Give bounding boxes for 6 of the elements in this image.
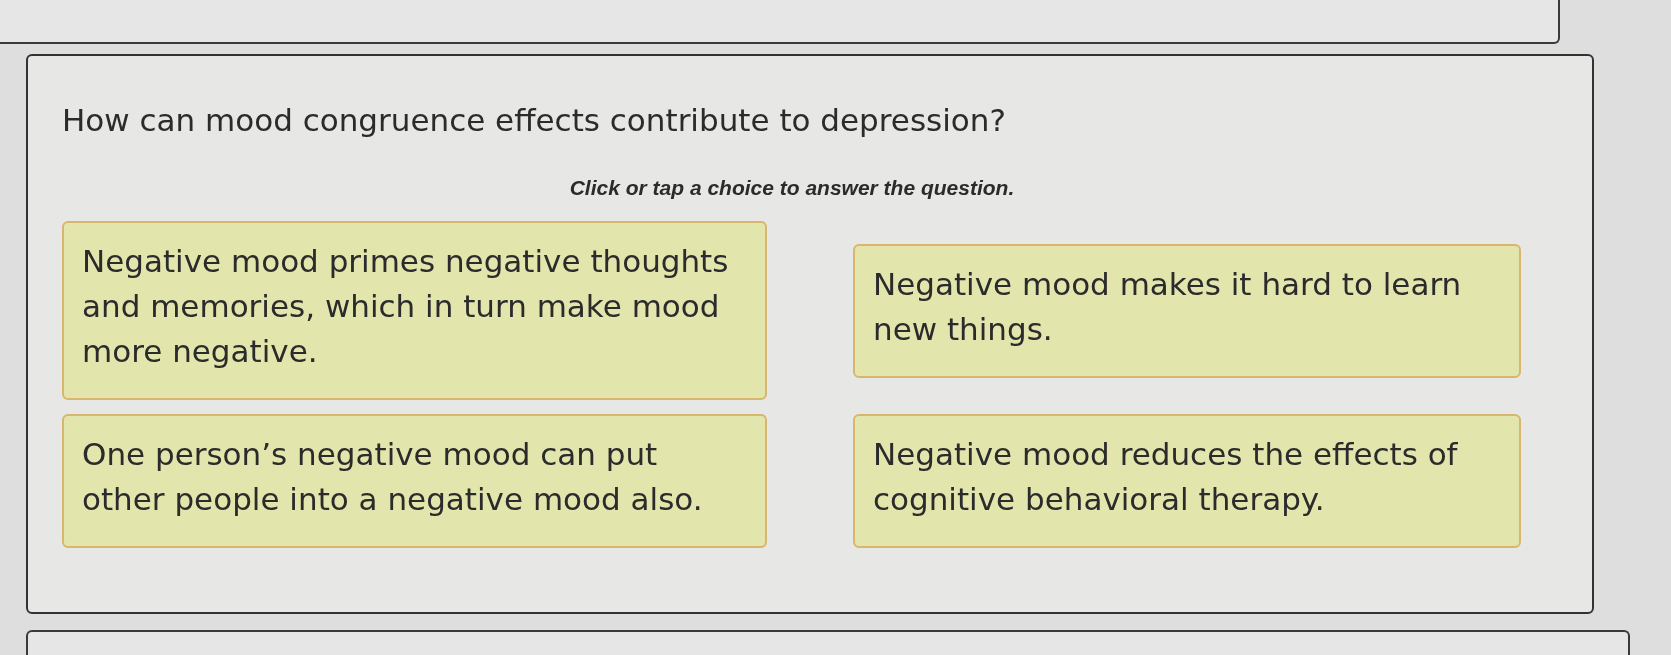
question-text: How can mood congruence effects contribute to depression? — [62, 101, 1006, 140]
answer-choice[interactable]: Negative mood primes negative thoughts and memories, which in turn make mood more negative. — [62, 221, 767, 400]
answer-choice[interactable]: Negative mood reduces the effects of cognitive behavioral therapy. — [853, 414, 1521, 548]
answer-choice[interactable]: One person’s negative mood can put other people into a negative mood also. — [62, 414, 767, 548]
instruction-text: Click or tap a choice to answer the question. — [569, 175, 1015, 201]
answer-choice[interactable]: Negative mood makes it hard to learn new things. — [853, 243, 1521, 378]
